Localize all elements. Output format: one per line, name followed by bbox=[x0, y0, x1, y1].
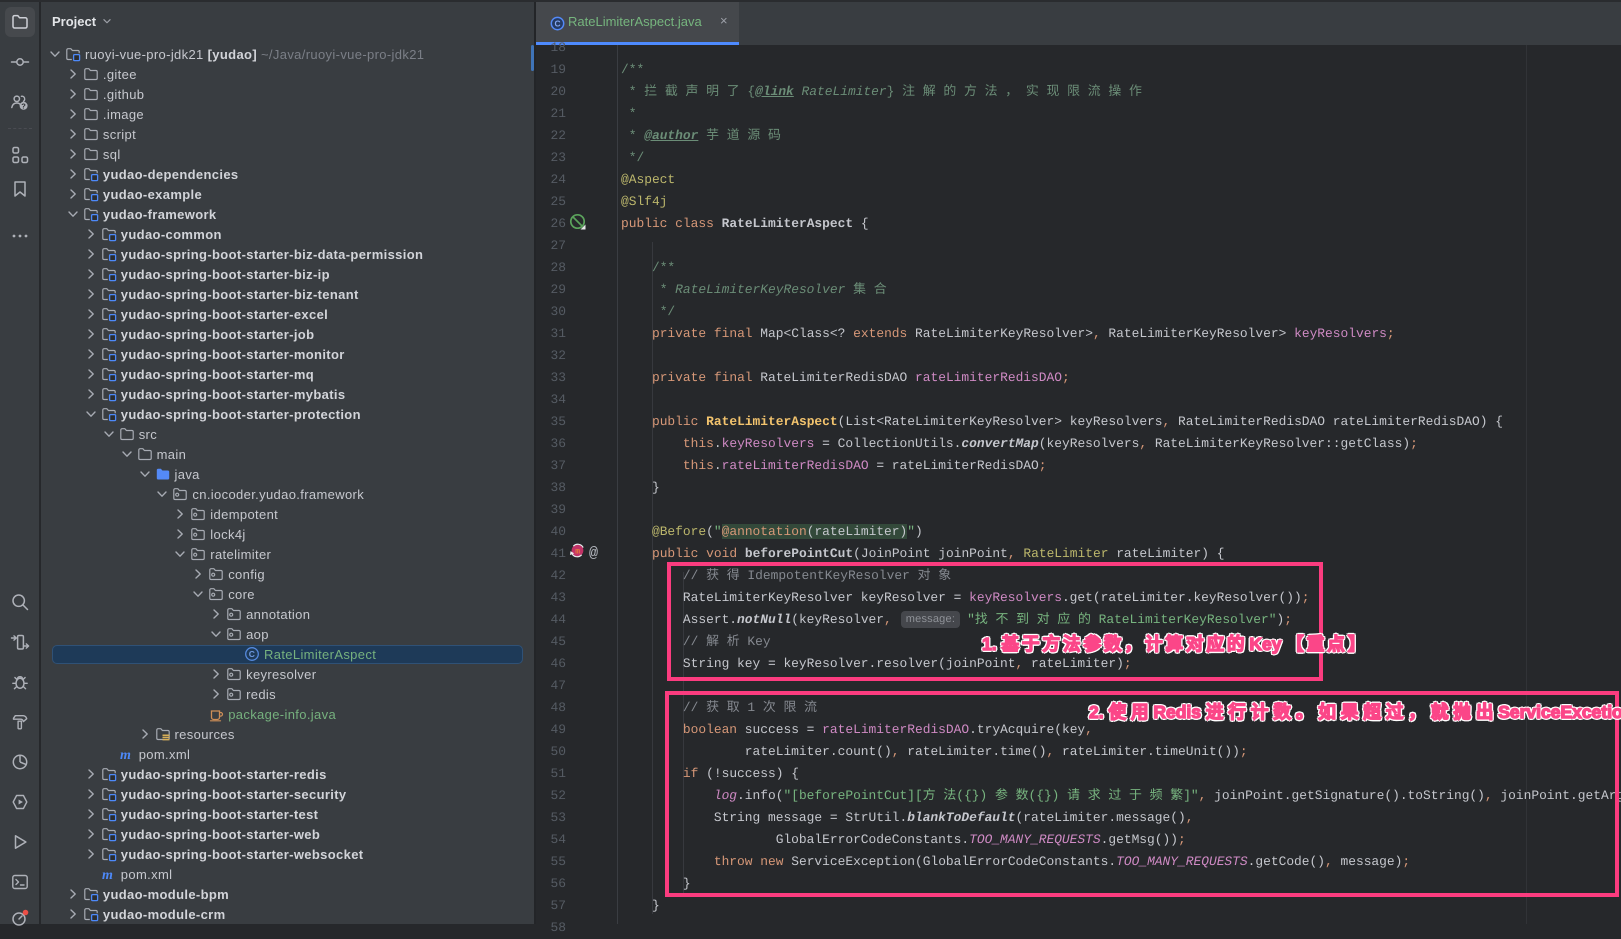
svg-text:m: m bbox=[575, 547, 580, 556]
svg-text:m: m bbox=[120, 748, 131, 762]
svg-text:C: C bbox=[554, 18, 560, 28]
svg-text:m: m bbox=[102, 868, 113, 882]
svg-text:?: ? bbox=[21, 102, 26, 111]
svg-text:C: C bbox=[249, 649, 256, 659]
